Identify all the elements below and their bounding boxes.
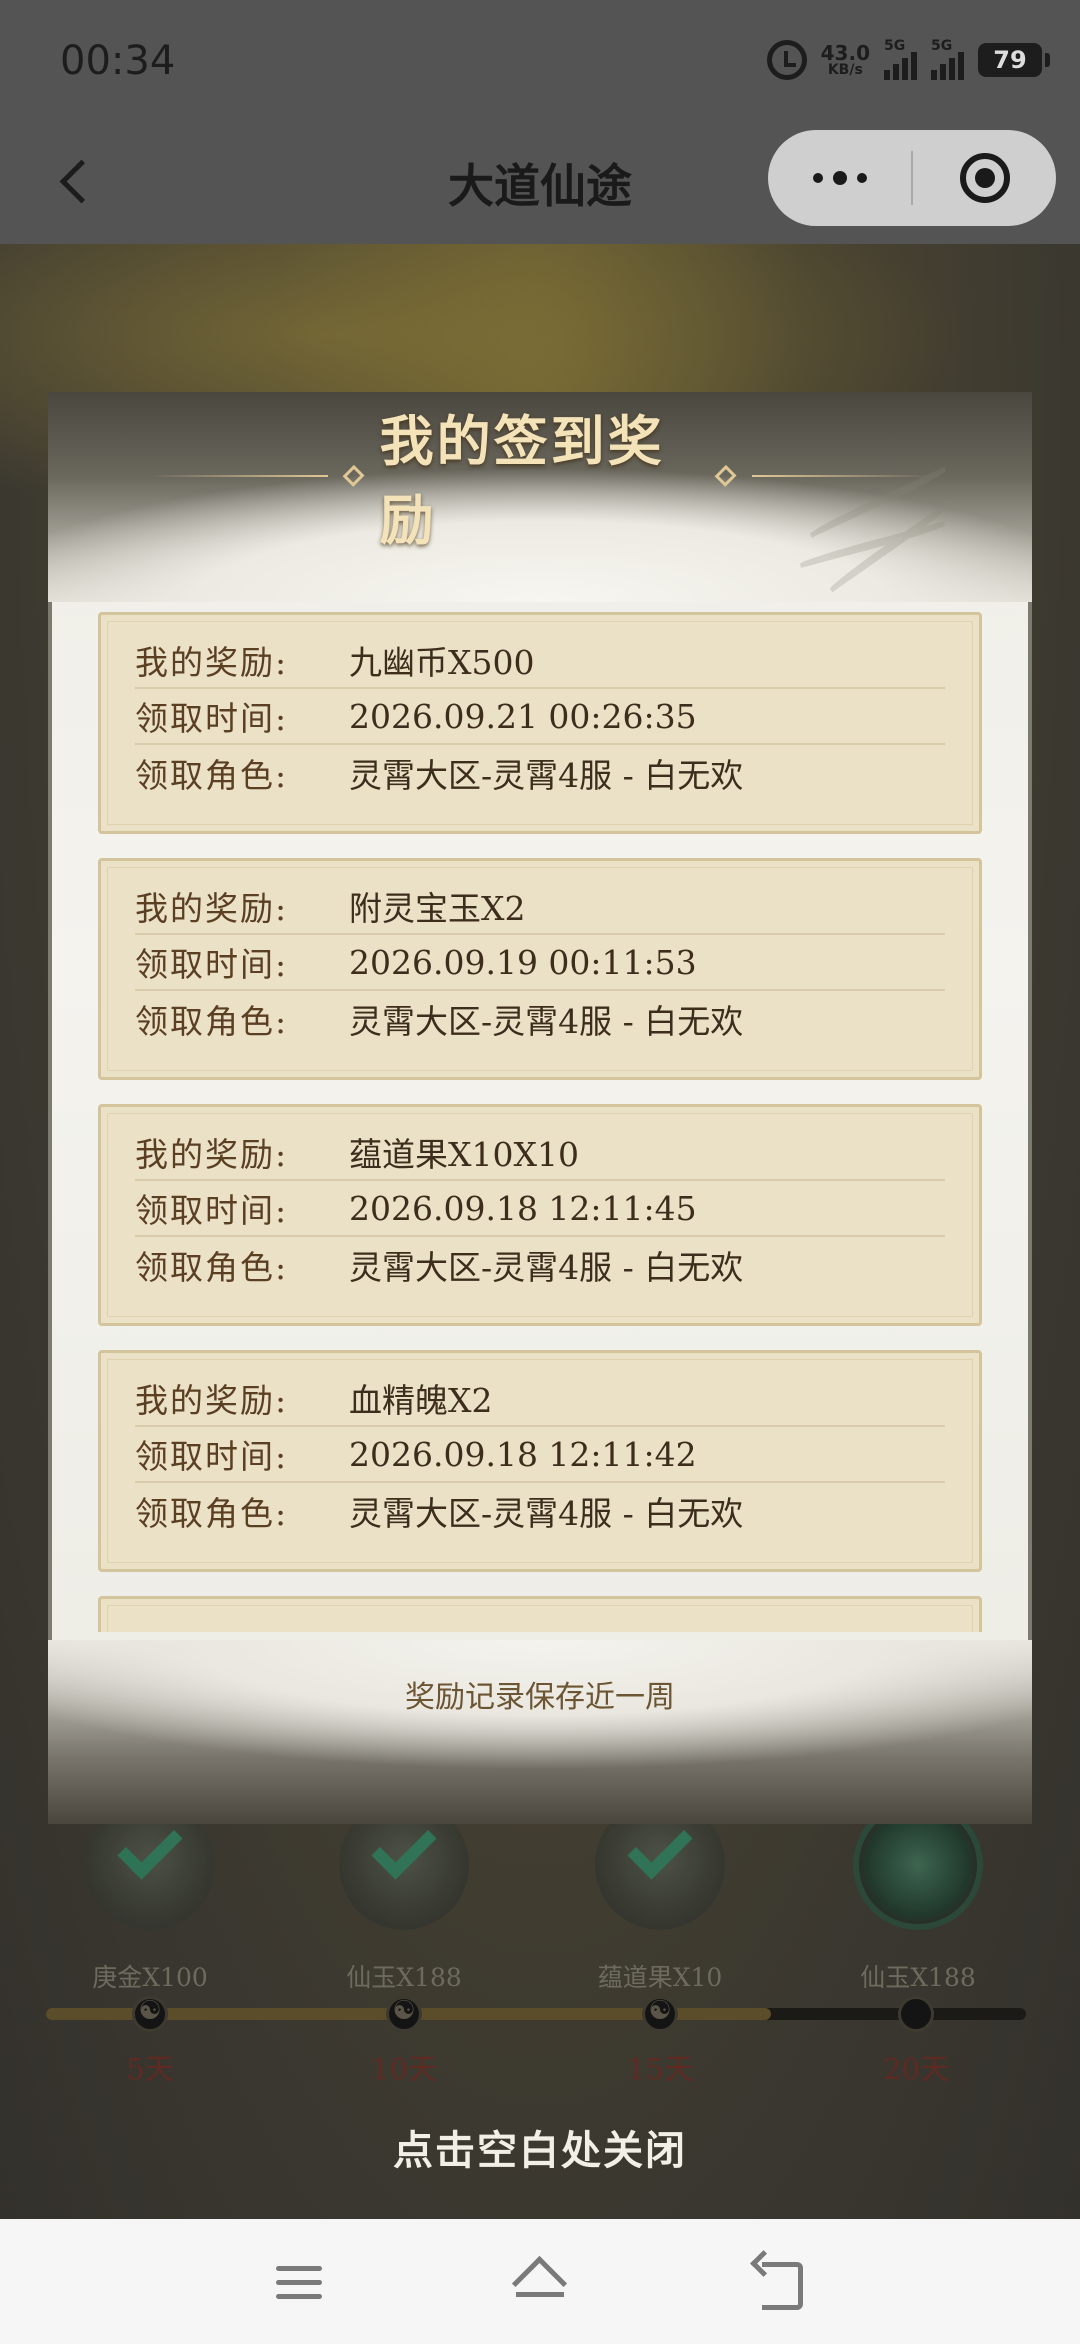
progress-reward-name: 庚金X100 [92,1963,208,1992]
record-time-row: 领取时间: 2026.09.18 12:11:42 [135,1427,945,1483]
alarm-icon [766,40,807,80]
reward-record-list[interactable]: 我的奖励: 九幽币X500 领取时间: 2026.09.21 00:26:35 … [98,612,982,1632]
capsule-menu [768,130,1056,226]
record-reward-row: 我的奖励: 血精魄X2 [135,1371,945,1427]
panel-title: 我的签到奖励 [379,409,665,552]
record-role-row: 领取角色: 灵霄大区-灵霄4服 - 白无欢 [135,1237,945,1293]
yin-yang-icon [642,1996,678,2032]
record-label: 领取时间: [135,699,289,738]
title-bar: 大道仙途 [0,122,1080,244]
net-speed: 43.0 KB/s [821,43,870,77]
record-reward: 血精魄X2 [349,1381,493,1420]
record-label: 领取角色: [135,756,289,795]
record-retention-note: 奖励记录保存近一周 [405,1680,675,1715]
progress-day: 15天 [627,2052,693,2086]
record-time: 2026.09.18 12:11:45 [349,1188,697,1228]
progress-reward-2[interactable]: 仙玉X188 [304,1800,504,1994]
title-ornament-line [751,475,930,477]
progress-reward-1[interactable]: 庚金X100 [50,1800,250,1994]
reward-record-card: 我的奖励: 血精魄X2 领取时间: 2026.09.18 12:11:42 领取… [98,1350,982,1572]
target-close-icon[interactable] [913,130,1056,226]
menu-icon[interactable] [260,2242,340,2322]
record-label: 我的奖励: [135,889,289,928]
record-role-row: 领取角色: 灵霄大区-灵霄4服 - 白无欢 [135,991,945,1047]
status-time: 00:34 [60,38,176,84]
record-role: 灵霄大区-灵霄4服 - 白无欢 [349,1494,744,1533]
record-reward: 附灵宝玉X2 [349,889,526,928]
record-label: 领取时间: [135,1191,289,1230]
diamond-ornament-icon [714,464,738,488]
sim1-label: 5G [884,38,906,54]
back-icon[interactable] [740,2242,820,2322]
progress-reward-3[interactable]: 蕴道果X10 [560,1800,760,1994]
record-label: 我的奖励: [135,1135,289,1174]
progress-node [898,1996,934,2032]
record-label: 领取角色: [135,1248,289,1287]
record-time: 2026.09.18 12:11:42 [349,1434,697,1474]
record-time-row: 领取时间: 2026.09.19 00:11:53 [135,935,945,991]
status-bar: 00:34 43.0 KB/s 5G 5G 79 [0,0,1080,122]
record-reward: 九幽币X500 [349,643,535,682]
yin-yang-icon [386,1996,422,2032]
record-role-row: 领取角色: 灵霄大区-灵霄4服 - 白无欢 [135,745,945,801]
battery-icon: 79 [978,43,1050,77]
record-label: 领取时间: [135,945,289,984]
reward-progress-row: 庚金X100 仙玉X188 蕴道果X10 仙玉X188 [0,1800,1080,2000]
signal-sim2-icon: 5G [931,38,964,80]
record-label: 领取角色: [135,1002,289,1041]
yin-yang-icon [132,1996,168,2032]
record-role-row: 领取角色: 灵霄大区-灵霄4服 - 白无欢 [135,1483,945,1539]
reward-record-card: 我的奖励: 蕴道果X10X10 领取时间: 2026.09.18 12:11:4… [98,1104,982,1326]
panel-header: 我的签到奖励 [150,409,930,552]
record-label: 我的奖励: [135,643,289,682]
progress-reward-name: 仙玉X188 [860,1963,976,1992]
close-hint[interactable]: 点击空白处关闭 [0,2118,1080,2176]
reward-record-card: 我的奖励: 九幽币X500 领取时间: 2026.09.21 00:26:35 … [98,612,982,834]
progress-day: 20天 [883,2052,949,2086]
record-reward-row: 我的奖励: 九幽币X500 [135,633,945,689]
record-role: 灵霄大区-灵霄4服 - 白无欢 [349,756,744,795]
progress-day: 10天 [371,2052,437,2086]
progress-reward-name: 仙玉X188 [346,1963,462,1992]
net-speed-unit: KB/s [827,62,863,78]
record-reward-row: 我的奖励: 附灵宝玉X2 [135,879,945,935]
signal-sim1-icon: 5G [884,38,917,80]
reward-record-card: 我的奖励: 附灵宝玉X2 领取时间: 2026.09.19 00:11:53 领… [98,858,982,1080]
record-role: 灵霄大区-灵霄4服 - 白无欢 [349,1248,744,1287]
progress-reward-4[interactable]: 仙玉X188 [818,1800,1018,1994]
record-label: 我的奖励: [135,1381,289,1420]
record-time-row: 领取时间: 2026.09.18 12:11:45 [135,1181,945,1237]
record-reward-row: 我的奖励: 蕴道果X10X10 [135,1125,945,1181]
battery-level: 79 [993,46,1027,74]
record-reward: 蕴道果X10X10 [349,1135,579,1174]
sim2-label: 5G [931,38,953,54]
progress-reward-name: 蕴道果X10 [597,1963,723,1992]
record-time: 2026.09.19 00:11:53 [349,942,697,982]
reward-record-card-partial [98,1596,982,1632]
record-time: 2026.09.21 00:26:35 [349,696,697,736]
record-role: 灵霄大区-灵霄4服 - 白无欢 [349,1002,744,1041]
home-icon[interactable] [500,2242,580,2322]
title-ornament-line [150,475,329,477]
diamond-ornament-icon [342,464,365,488]
record-time-row: 领取时间: 2026.09.21 00:26:35 [135,689,945,745]
record-label: 领取时间: [135,1437,289,1476]
progress-track [46,2008,1026,2020]
more-dots-icon[interactable] [768,130,911,226]
scroll-bottom-roll [48,1640,1032,1824]
record-label: 领取角色: [135,1494,289,1533]
net-speed-value: 43.0 [820,41,870,65]
status-icons: 43.0 KB/s 5G 5G 79 [766,38,1050,80]
system-nav-bar [0,2219,1080,2344]
progress-day: 5天 [126,2052,174,2086]
